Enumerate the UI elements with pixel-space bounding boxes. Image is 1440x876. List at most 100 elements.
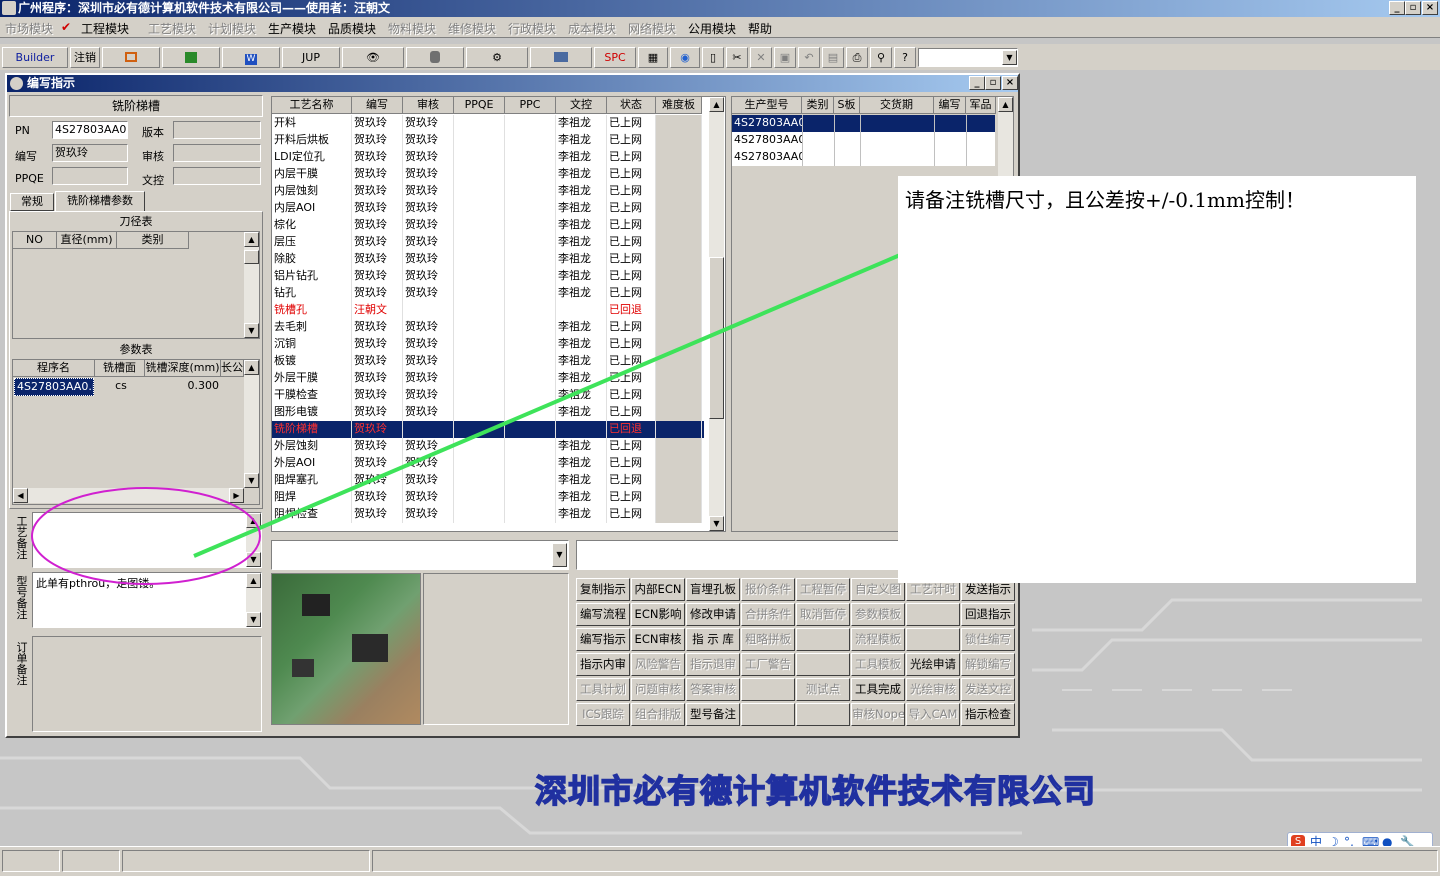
model-row[interactable]: 4S27803AA0 [732,149,995,166]
undo-button[interactable]: ↶ [798,47,820,68]
model-row[interactable]: 4S27803AA0 [732,115,995,132]
menu-item-1[interactable]: 工程模块 [81,20,129,37]
param-row[interactable]: 4S27803AA0.rc cs 0.300 [13,378,259,396]
version-field[interactable] [173,121,261,139]
param-program-cell[interactable]: 4S27803AA0.rc [14,378,94,396]
table-row[interactable]: 棕化 贺玖玲 贺玖玲 李祖龙 已上网 [272,217,704,234]
ppqe-field[interactable] [52,167,128,185]
maximize-button[interactable]: ▫ [1405,1,1421,15]
child-close-button[interactable]: × [1002,76,1018,90]
table-row[interactable]: 除胶 贺玖玲 贺玖玲 李祖龙 已上网 [272,251,704,268]
action-button[interactable]: 修改申请 [686,603,740,626]
calc-button[interactable]: ▦ [638,47,668,68]
close-button[interactable]: × [1422,1,1438,15]
menu-item-2[interactable]: 工艺模块 [148,20,196,37]
menu-item-7[interactable]: 维修模块 [448,20,496,37]
tool-col-diameter[interactable]: 直径(mm) [57,232,117,249]
table-row[interactable]: 内层AOI 贺玖玲 贺玖玲 李祖龙 已上网 [272,200,704,217]
cut-button[interactable]: ✂ [726,47,748,68]
table-row[interactable]: 板镀 贺玖玲 贺玖玲 李祖龙 已上网 [272,353,704,370]
process-table-scrollbar[interactable]: ▲ ▼ [709,97,724,531]
browser-button[interactable]: ◉ [670,47,700,68]
print-button[interactable]: ⎙ [846,47,868,68]
process-col-header[interactable]: 难度板 [656,97,702,114]
model-col-header[interactable]: 编写 [934,97,966,114]
save-button[interactable]: ▣ [774,47,796,68]
action-button[interactable]: 导入CAM [906,703,960,726]
model-remark-field[interactable]: 此单有pthrou，走图镂。 ▲ ▼ [32,572,262,628]
writer-field[interactable]: 贺玖玲 [52,144,128,162]
model-row[interactable]: 4S27803AA0 [732,132,995,149]
model-remark-scrollbar[interactable]: ▲ ▼ [246,573,261,627]
network-button[interactable]: ⚙ [466,47,528,68]
action-button[interactable]: 组合排版 [631,703,685,726]
model-col-header[interactable]: 军品 [966,97,996,114]
table-row[interactable]: 外层AOI 贺玖玲 贺玖玲 李祖龙 已上网 [272,455,704,472]
process-col-header[interactable]: 审核 [403,97,454,114]
action-button[interactable]: 发送文控 [961,678,1015,701]
action-button[interactable]: ICS跟踪 [576,703,630,726]
table-row[interactable]: 内层干膜 贺玖玲 贺玖玲 李祖龙 已上网 [272,166,704,183]
model-col-header[interactable]: 生产型号 [732,97,802,114]
action-button[interactable] [796,628,850,651]
order-remark-field[interactable] [32,636,262,732]
tool-col-type[interactable]: 类别 [117,232,189,249]
table-row[interactable]: 铣槽孔 汪朝文 已回退 [272,302,704,319]
table-row[interactable]: 沉铜 贺玖玲 贺玖玲 李祖龙 已上网 [272,336,704,353]
print-setup-button[interactable] [530,47,592,68]
table-row[interactable]: 阻焊塞孔 贺玖玲 贺玖玲 李祖龙 已上网 [272,472,704,489]
scroll-thumb[interactable] [244,250,259,264]
param-table-vscroll[interactable]: ▲ ▼ [244,360,259,488]
table-row[interactable]: 阻焊 贺玖玲 贺玖玲 李祖龙 已上网 [272,489,704,506]
table-row[interactable]: 层压 贺玖玲 贺玖玲 李祖龙 已上网 [272,234,704,251]
action-button[interactable] [741,703,795,726]
menu-item-9[interactable]: 成本模块 [568,20,616,37]
param-col-face[interactable]: 铣槽面 [95,360,145,377]
doc-control-field[interactable] [173,167,261,185]
logout-button[interactable]: 注销 [70,47,100,68]
action-button[interactable]: 复制指示 [576,578,630,601]
action-button[interactable]: 测试点 [796,678,850,701]
action-button[interactable]: 审核Nope [851,703,905,726]
toolbar-dropdown[interactable]: ▼ [918,48,1018,67]
process-select[interactable]: ▼ [271,540,569,570]
minimize-button[interactable]: _ [1389,1,1405,15]
menu-item-11[interactable]: 公用模块 [688,20,736,37]
table-row[interactable]: 外层干膜 贺玖玲 贺玖玲 李祖龙 已上网 [272,370,704,387]
model-col-header[interactable]: 类别 [802,97,834,114]
table-row[interactable]: 开料后烘板 贺玖玲 贺玖玲 李祖龙 已上网 [272,132,704,149]
table-row[interactable]: 干膜检查 贺玖玲 贺玖玲 李祖龙 已上网 [272,387,704,404]
tab-normal[interactable]: 常规 [10,193,54,211]
process-col-header[interactable]: 文控 [556,97,607,114]
scroll-thumb[interactable] [709,257,724,419]
action-button[interactable]: 指示内审 [576,653,630,676]
action-button[interactable]: 工程暂停 [796,578,850,601]
action-button[interactable]: ECN审核 [631,628,685,651]
table-row[interactable]: LDI定位孔 贺玖玲 贺玖玲 李祖龙 已上网 [272,149,704,166]
table-row[interactable]: 阻焊检查 贺玖玲 贺玖玲 李祖龙 已上网 [272,506,704,523]
tool-col-no[interactable]: NO [13,232,57,249]
action-button[interactable]: 指 示 库 [686,628,740,651]
table-row[interactable]: 开料 贺玖玲 贺玖玲 李祖龙 已上网 [272,115,704,132]
action-button[interactable]: 编写指示 [576,628,630,651]
pn-field[interactable]: 4S27803AA0 [52,121,128,139]
process-col-header[interactable]: 工艺名称 [272,97,352,114]
table-row[interactable]: 外层蚀刻 贺玖玲 贺玖玲 李祖龙 已上网 [272,438,704,455]
action-button[interactable]: 编写流程 [576,603,630,626]
action-button[interactable]: 自定义图 [851,578,905,601]
action-button[interactable]: 粗略拼板 [741,628,795,651]
remark-scrollbar[interactable]: ▲ ▼ [246,513,261,567]
action-button[interactable]: 解锁编写 [961,653,1015,676]
action-button[interactable]: 型号备注 [686,703,740,726]
process-col-header[interactable]: PPQE [454,97,505,114]
tool-table-scrollbar[interactable]: ▲ ▼ [244,232,259,338]
powerpoint-button[interactable] [102,47,160,68]
menu-item-0[interactable]: 市场模块 [5,20,53,37]
table-row[interactable]: 铝片钻孔 贺玖玲 贺玖玲 李祖龙 已上网 [272,268,704,285]
action-button[interactable]: 内部ECN [631,578,685,601]
menu-item-12[interactable]: 帮助 [748,20,772,37]
action-button[interactable]: 流程模板 [851,628,905,651]
table-row[interactable]: 图形电镀 贺玖玲 贺玖玲 李祖龙 已上网 [272,404,704,421]
table-row[interactable]: 内层蚀刻 贺玖玲 贺玖玲 李祖龙 已上网 [272,183,704,200]
action-button[interactable]: 盲埋孔板 [686,578,740,601]
